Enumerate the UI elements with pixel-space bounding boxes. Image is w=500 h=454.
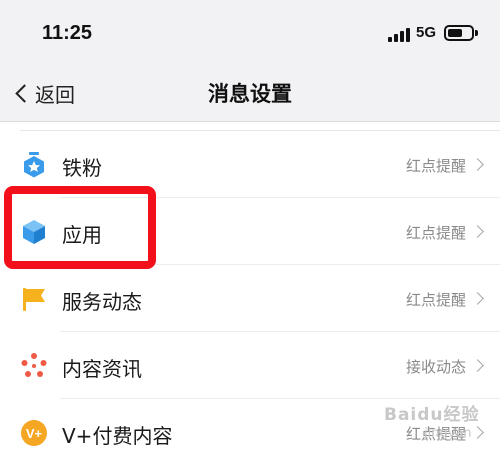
battery-icon xyxy=(444,25,478,41)
settings-row-value: 红点提醒 xyxy=(405,291,466,309)
settings-row-label: 服务动态 xyxy=(62,290,142,314)
signal-icon xyxy=(388,26,410,42)
network-type: 5G xyxy=(416,24,437,41)
status-time: 11:25 xyxy=(42,22,93,44)
page-title: 消息设置 xyxy=(208,82,292,106)
fan-badge-icon xyxy=(24,152,44,178)
chevron-right-icon xyxy=(471,158,484,171)
status-bar: 11:25 5G xyxy=(0,0,500,66)
chevron-right-icon xyxy=(471,225,484,238)
settings-row-service-updates[interactable]: 服务动态 红点提醒 xyxy=(0,265,500,332)
chevron-right-icon xyxy=(471,292,484,305)
dots-flower-icon xyxy=(21,353,47,377)
settings-row-value: 红点提醒 xyxy=(405,224,466,242)
watermark-text: Baidu经验 xyxy=(384,405,480,425)
settings-row-label: 内容资讯 xyxy=(62,357,142,381)
chevron-right-icon xyxy=(471,359,484,372)
settings-row-content-news[interactable]: 内容资讯 接收动态 xyxy=(0,332,500,399)
settings-row-value: 接收动态 xyxy=(405,358,466,376)
svg-text:V+: V+ xyxy=(26,426,43,441)
watermark-sub: jingyan xyxy=(424,426,472,441)
nav-bar: 返回 消息设置 xyxy=(0,66,500,122)
vplus-icon: V+ xyxy=(21,420,47,446)
settings-row-label: 铁粉 xyxy=(62,156,102,180)
settings-row-value: 红点提醒 xyxy=(405,157,466,175)
watermark-logo: Baidu经验 jingyan xyxy=(384,396,496,448)
settings-row-label: V+付费内容 xyxy=(62,424,173,448)
highlight-box xyxy=(4,186,156,269)
flag-icon xyxy=(23,288,45,311)
